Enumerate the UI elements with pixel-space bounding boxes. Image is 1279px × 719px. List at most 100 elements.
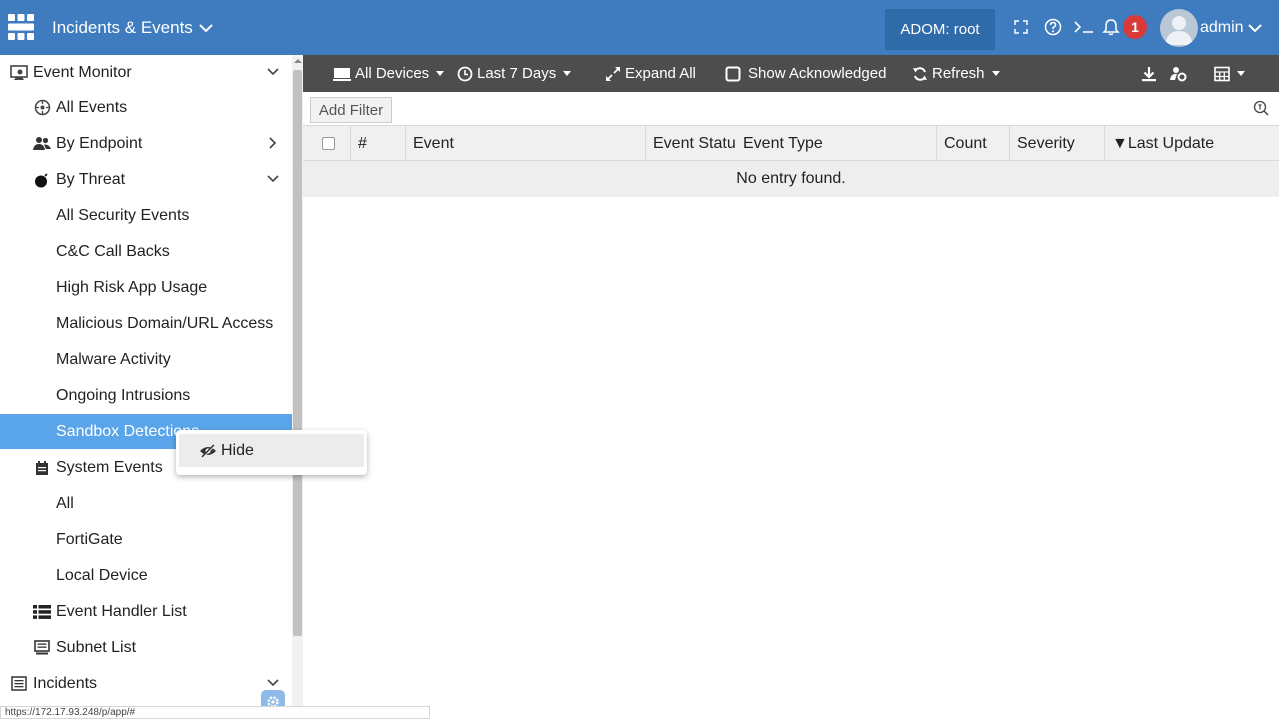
sidebar-item-ongoing-intrusions[interactable]: Ongoing Intrusions (0, 378, 292, 413)
grid-icon (1214, 66, 1230, 81)
sidebar-scrollbar-thumb[interactable] (293, 70, 302, 636)
help-icon[interactable] (1043, 16, 1063, 38)
devices-dropdown[interactable]: All Devices (333, 55, 445, 92)
sidebar-item-local-device[interactable]: Local Device (0, 558, 292, 593)
all-events-icon (33, 99, 51, 117)
sidebar-item-label: Event Handler List (56, 602, 187, 620)
download-icon[interactable] (1141, 55, 1157, 92)
column-header-index[interactable]: # (350, 126, 405, 161)
app-title-dropdown[interactable]: Incidents & Events (52, 15, 213, 41)
empty-table-message: No entry found. (303, 161, 1279, 197)
chevron-right-icon (266, 136, 280, 150)
sidebar-item-fortigate[interactable]: FortiGate (0, 522, 292, 557)
clock-icon (457, 66, 473, 81)
caret-down-icon (991, 71, 1000, 76)
select-all-checkbox[interactable] (303, 126, 350, 161)
time-range-dropdown[interactable]: Last 7 Days (457, 55, 572, 92)
table-header: # Event Event Status Event Type Count Se… (303, 126, 1279, 161)
sidebar-item-label: Subnet List (56, 638, 137, 656)
adom-label: ADOM: root (900, 21, 980, 38)
sidebar-item-event-handler-list[interactable]: Event Handler List (0, 594, 292, 629)
fortinet-logo-icon[interactable] (8, 14, 34, 40)
refresh-dropdown[interactable]: Refresh (912, 55, 1000, 92)
app-title: Incidents & Events (52, 18, 193, 37)
sidebar-item-label: All Security Events (56, 206, 190, 224)
expand-icon (606, 66, 620, 81)
sidebar-item-subnet-list[interactable]: Subnet List (0, 630, 292, 665)
scroll-up-arrow-icon[interactable] (294, 57, 302, 65)
sidebar-item-label: FortiGate (56, 530, 123, 548)
sidebar-item-label: High Risk App Usage (56, 278, 208, 296)
refresh-icon (913, 66, 927, 81)
sidebar: Event Monitor All Events By Endpoint By … (0, 55, 292, 719)
avatar[interactable] (1160, 9, 1198, 47)
chevron-down-icon (1247, 24, 1262, 33)
sidebar-item-label: Local Device (56, 566, 148, 584)
column-settings-dropdown[interactable] (1214, 55, 1245, 92)
sidebar-item-all-security-events[interactable]: All Security Events (0, 198, 292, 233)
caret-down-icon (1237, 71, 1245, 76)
top-navigation-bar: Incidents & Events ADOM: root 1 admin (0, 0, 1279, 55)
eye-slash-icon (200, 443, 216, 458)
sidebar-item-label: All Events (56, 98, 128, 116)
toolbar: All Devices Last 7 Days Expand All Show … (303, 55, 1279, 92)
user-menu[interactable]: admin (1200, 16, 1262, 40)
sidebar-item-label: Ongoing Intrusions (56, 386, 191, 404)
list-icon (33, 603, 51, 621)
sidebar-item-event-monitor[interactable]: Event Monitor (0, 55, 292, 90)
sidebar-item-incidents[interactable]: Incidents (0, 666, 292, 701)
subnet-icon (33, 639, 51, 657)
browser-status-url: https://172.17.93.248/p/app/# (0, 706, 430, 719)
sidebar-item-by-threat[interactable]: By Threat (0, 162, 292, 197)
sidebar-item-label: Malicious Domain/URL Access (56, 314, 274, 332)
context-menu: Hide (176, 430, 367, 475)
sidebar-item-label: Event Monitor (33, 63, 132, 81)
column-header-event-status[interactable]: Event Status (645, 126, 736, 161)
sidebar-item-by-endpoint[interactable]: By Endpoint (0, 126, 292, 161)
chevron-down-icon (266, 65, 280, 79)
sidebar-item-label: C&C Call Backs (56, 242, 170, 260)
fullscreen-icon[interactable] (1011, 16, 1031, 38)
chevron-down-icon (266, 172, 280, 186)
sidebar-item-cc-call-backs[interactable]: C&C Call Backs (0, 234, 292, 269)
add-filter-input[interactable]: Add Filter (310, 97, 392, 123)
sidebar-item-label: All (56, 494, 74, 512)
notification-badge[interactable]: 1 (1123, 15, 1147, 39)
column-header-count[interactable]: Count (936, 126, 1009, 161)
users-icon (33, 135, 51, 153)
caret-down-icon (563, 71, 572, 76)
device-icon (333, 67, 351, 81)
system-events-icon (33, 459, 51, 477)
sidebar-item-malicious-domain-url-access[interactable]: Malicious Domain/URL Access (0, 306, 292, 341)
user-settings-icon[interactable] (1170, 55, 1188, 92)
refresh-label: Refresh (932, 65, 985, 82)
time-range-label: Last 7 Days (477, 65, 557, 82)
caret-down-icon (436, 71, 445, 76)
sidebar-item-label: By Endpoint (56, 134, 143, 152)
chevron-down-icon (266, 676, 280, 690)
user-name: admin (1200, 19, 1244, 36)
sidebar-item-label: Malware Activity (56, 350, 171, 368)
column-header-event-type[interactable]: Event Type (736, 126, 936, 161)
sidebar-item-label: Incidents (33, 674, 98, 692)
show-acknowledged-label: Show Acknowledged (748, 65, 887, 82)
adom-selector[interactable]: ADOM: root (885, 9, 995, 50)
cli-console-icon[interactable] (1073, 16, 1095, 38)
column-header-last-update[interactable]: ▼Last Update (1104, 126, 1279, 161)
sidebar-item-label: System Events (56, 458, 163, 476)
show-acknowledged-toggle[interactable]: Show Acknowledged (725, 55, 886, 92)
expand-all-button[interactable]: Expand All (605, 55, 696, 92)
sidebar-item-malware-activity[interactable]: Malware Activity (0, 342, 292, 377)
bell-icon[interactable] (1100, 16, 1122, 38)
search-info-icon[interactable] (1253, 100, 1269, 116)
sidebar-item-all-events[interactable]: All Events (0, 90, 292, 125)
column-header-event[interactable]: Event (405, 126, 645, 161)
incidents-icon (10, 675, 28, 693)
column-header-severity[interactable]: Severity (1009, 126, 1104, 161)
sidebar-item-label: By Threat (56, 170, 126, 188)
context-menu-hide-item[interactable]: Hide (179, 434, 364, 467)
event-monitor-icon (10, 64, 28, 82)
sidebar-item-all[interactable]: All (0, 486, 292, 521)
chevron-down-icon (199, 24, 213, 33)
sidebar-item-high-risk-app-usage[interactable]: High Risk App Usage (0, 270, 292, 305)
